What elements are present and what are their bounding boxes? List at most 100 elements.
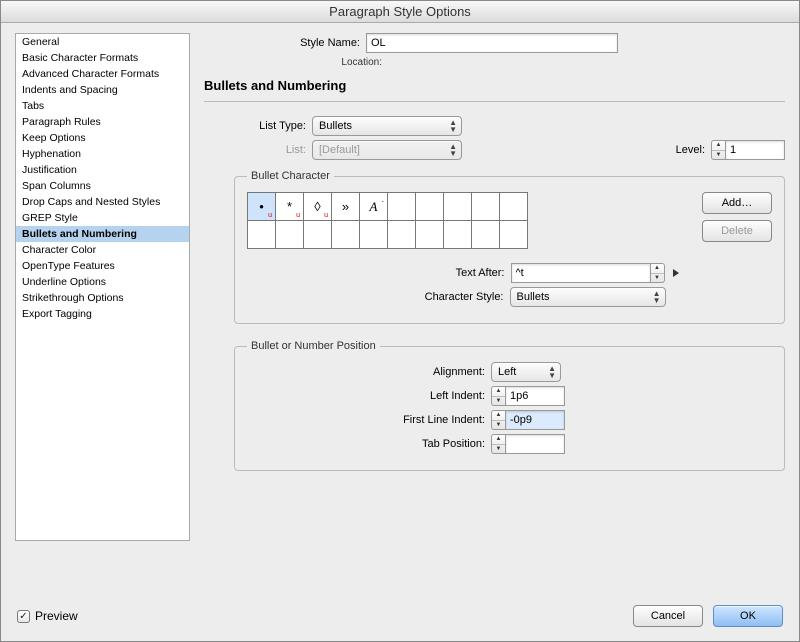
step-up-icon[interactable]: ▲ [712,141,725,151]
style-name-input[interactable] [366,33,618,53]
tab-pos-stepper[interactable]: ▲▼ [491,434,565,454]
sidebar-item[interactable]: Hyphenation [16,146,189,162]
text-after-input[interactable] [511,263,651,283]
stepper-buttons[interactable]: ▲▼ [651,263,665,283]
sidebar-item[interactable]: Keep Options [16,130,189,146]
bullet-char-cell[interactable] [444,221,472,249]
sidebar-item[interactable]: OpenType Features [16,258,189,274]
sidebar-item[interactable]: Bullets and Numbering [16,226,189,242]
preview-checkbox[interactable]: ✓ Preview [17,609,78,623]
divider [204,101,785,102]
sidebar-item[interactable]: Export Tagging [16,306,189,322]
updown-icon: ▲▼ [653,290,661,304]
bullet-char-cell[interactable] [332,221,360,249]
step-up-icon[interactable]: ▲ [651,264,664,274]
updown-icon: ▲▼ [548,365,556,379]
position-group: Bullet or Number Position Alignment: Lef… [234,340,785,471]
bullet-char-cell[interactable] [500,221,528,249]
tab-pos-input[interactable] [505,434,565,454]
bullet-character-group: Bullet Character •u*u◊u»A. Add… Delete T… [234,170,785,324]
bullet-char-cell[interactable] [388,221,416,249]
step-down-icon[interactable]: ▼ [712,151,725,160]
char-style-label: Character Style: [340,291,510,303]
cancel-button[interactable]: Cancel [633,605,703,627]
section-title: Bullets and Numbering [204,78,785,93]
sidebar-item[interactable]: Tabs [16,98,189,114]
list-select: [Default] ▲▼ [312,140,462,160]
list-label: List: [234,144,312,156]
step-up-icon[interactable]: ▲ [492,387,505,397]
bullet-char-cell[interactable]: ◊u [304,193,332,221]
bullet-char-cell[interactable] [444,193,472,221]
bullet-char-cell[interactable] [500,193,528,221]
bullet-char-cell[interactable] [304,221,332,249]
bullet-char-cell[interactable]: » [332,193,360,221]
bullet-char-cell[interactable] [416,221,444,249]
check-icon: ✓ [17,610,30,623]
bullet-char-grid[interactable]: •u*u◊u»A. [247,192,528,249]
sidebar-item[interactable]: Basic Character Formats [16,50,189,66]
left-indent-stepper[interactable]: ▲▼ [491,386,565,406]
step-down-icon[interactable]: ▼ [492,397,505,406]
bullet-char-cell[interactable] [472,221,500,249]
left-indent-input[interactable] [505,386,565,406]
sidebar-item[interactable]: Advanced Character Formats [16,66,189,82]
tab-pos-label: Tab Position: [247,438,491,450]
first-line-stepper[interactable]: ▲▼ [491,410,565,430]
delete-button: Delete [702,220,772,242]
sidebar-item[interactable]: Drop Caps and Nested Styles [16,194,189,210]
char-style-select[interactable]: Bullets ▲▼ [510,287,666,307]
style-name-label: Style Name: [204,37,366,49]
sidebar-item[interactable]: Paragraph Rules [16,114,189,130]
sidebar-item[interactable]: Span Columns [16,178,189,194]
stepper-buttons[interactable]: ▲▼ [491,410,505,430]
bullet-char-cell[interactable] [248,221,276,249]
updown-icon: ▲▼ [449,143,457,157]
sidebar-item[interactable]: Character Color [16,242,189,258]
bullet-char-cell[interactable]: •u [248,193,276,221]
position-legend: Bullet or Number Position [247,340,380,352]
location-label: Location: [204,57,388,68]
flyout-icon[interactable] [673,269,679,277]
bullet-char-cell[interactable] [276,221,304,249]
bullet-char-cell[interactable] [472,193,500,221]
first-line-input[interactable] [505,410,565,430]
first-line-label: First Line Indent: [247,414,491,426]
stepper-buttons[interactable]: ▲▼ [491,386,505,406]
sidebar-item[interactable]: Underline Options [16,274,189,290]
sidebar-item[interactable]: GREP Style [16,210,189,226]
u-marker: u [268,212,272,219]
sidebar-item[interactable]: Justification [16,162,189,178]
sidebar-item[interactable]: Indents and Spacing [16,82,189,98]
bullet-char-cell[interactable] [388,193,416,221]
step-down-icon[interactable]: ▼ [492,445,505,454]
u-marker: u [296,212,300,219]
list-type-select[interactable]: Bullets ▲▼ [312,116,462,136]
main-panel: Style Name: Location: Bullets and Number… [204,33,785,597]
bullet-char-cell[interactable] [416,193,444,221]
add-button[interactable]: Add… [702,192,772,214]
bullet-char-cell[interactable] [360,221,388,249]
sidebar-item[interactable]: General [16,34,189,50]
bullet-char-cell[interactable]: *u [276,193,304,221]
step-down-icon[interactable]: ▼ [651,274,664,283]
level-input[interactable] [725,140,785,160]
updown-icon: ▲▼ [449,119,457,133]
level-stepper[interactable]: ▲▼ [711,140,785,160]
step-up-icon[interactable]: ▲ [492,435,505,445]
ok-button[interactable]: OK [713,605,783,627]
list-type-label: List Type: [234,120,312,132]
bullet-char-cell[interactable]: A. [360,193,388,221]
category-sidebar: GeneralBasic Character FormatsAdvanced C… [15,33,190,541]
level-label: Level: [661,144,711,156]
dialog-window: Paragraph Style Options GeneralBasic Cha… [0,0,800,642]
stepper-buttons[interactable]: ▲▼ [711,140,725,160]
u-marker: u [324,212,328,219]
stepper-buttons[interactable]: ▲▼ [491,434,505,454]
step-up-icon[interactable]: ▲ [492,411,505,421]
step-down-icon[interactable]: ▼ [492,421,505,430]
alignment-label: Alignment: [247,366,491,378]
sidebar-item[interactable]: Strikethrough Options [16,290,189,306]
window-title: Paragraph Style Options [1,1,799,23]
alignment-select[interactable]: Left ▲▼ [491,362,561,382]
